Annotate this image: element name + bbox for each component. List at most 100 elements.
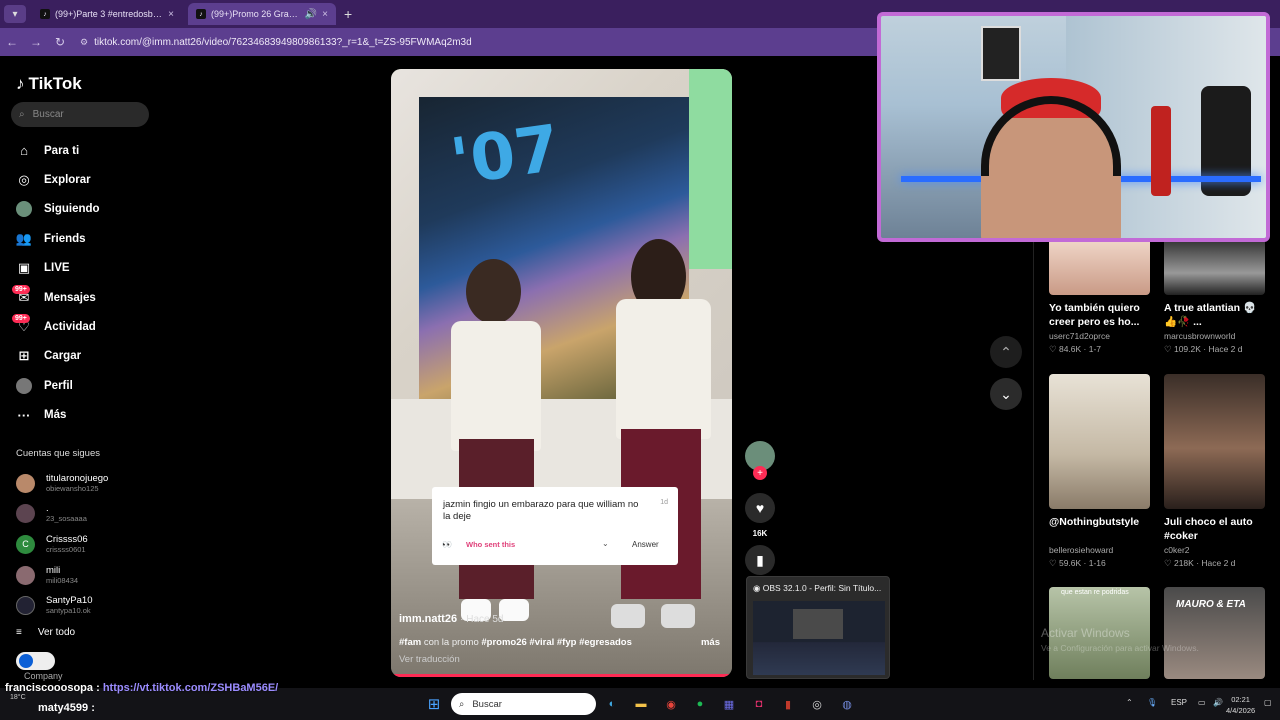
avatar (16, 504, 35, 524)
network-icon[interactable]: ▭ (1198, 698, 1206, 707)
video-progress-bar[interactable] (391, 674, 732, 677)
following-handle: 23_sosaaaa (46, 514, 87, 524)
close-tab-icon[interactable]: × (168, 9, 174, 20)
new-tab-button[interactable]: + (344, 6, 352, 22)
following-item[interactable]: mili mili08434 (16, 560, 166, 591)
clock-time: 02:21 (1231, 695, 1250, 704)
language-indicator[interactable]: ESP (1171, 698, 1187, 707)
more-button[interactable]: más (701, 637, 720, 648)
volume-icon[interactable]: 🔊 (1213, 698, 1223, 707)
more-icon: ··· (17, 407, 31, 423)
taskbar-clock[interactable]: 02:21 4/4/2026 (1226, 694, 1255, 716)
tab-list-dropdown-icon[interactable]: ▾ (4, 5, 26, 23)
weather-temp: 18°C (10, 694, 26, 701)
company-link[interactable]: Company (24, 671, 63, 681)
nav-friends[interactable]: 👥 Friends (16, 224, 166, 253)
close-tab-icon[interactable]: × (322, 9, 328, 20)
nav-label: Mensajes (44, 291, 96, 304)
instagram-icon[interactable]: ◘ (750, 695, 768, 713)
chat-username: maty4599 (38, 702, 89, 714)
weather-widget[interactable]: 18°C (10, 694, 26, 701)
nav-label: LIVE (44, 262, 70, 275)
chat-username: franciscooosopa (5, 682, 94, 694)
nav-perfil[interactable]: Perfil (16, 371, 166, 400)
like-heart-icon[interactable]: ♥ (745, 493, 775, 523)
follow-plus-icon[interactable]: + (753, 466, 767, 480)
following-name: SantyPa10 (46, 595, 93, 607)
browser-tab-2[interactable]: ♪ (99+)Promo 26 Graduation 🔊 × (188, 3, 336, 25)
nav-actividad[interactable]: ♡ 99+ Actividad (12, 312, 166, 341)
file-explorer-icon[interactable]: ▬ (632, 695, 650, 713)
taskbar-search[interactable]: ⌕ Buscar (451, 693, 596, 715)
url-field[interactable]: ⚙ tiktok.com/@imm.natt26/video/762346839… (80, 31, 940, 53)
obs-title: OBS 32.1.0 - Perfil: Sin Título... (762, 583, 882, 593)
nav-mas[interactable]: ··· Más (16, 401, 166, 430)
app-icon[interactable]: ▮ (779, 695, 797, 713)
teams-icon[interactable]: ▦ (720, 695, 738, 713)
site-info-icon[interactable]: ⚙ (80, 37, 88, 48)
video-title: A true atlantian 💀👍🥀 ... (1164, 302, 1257, 328)
following-name: Crissss06 (46, 533, 88, 545)
url-text: tiktok.com/@imm.natt26/video/76234683949… (94, 36, 472, 48)
spotify-icon[interactable]: ● (691, 695, 709, 713)
list-icon: ≡ (16, 627, 22, 639)
discord-icon[interactable]: ◍ (838, 695, 856, 713)
search-input[interactable]: ⌕ Buscar (11, 102, 149, 127)
live-icon: ▣ (17, 260, 31, 276)
search-icon: ⌕ (19, 109, 25, 120)
following-handle: crissss0601 (46, 544, 86, 554)
tiktok-logo[interactable]: ♪ TikTok (16, 74, 82, 94)
tiktok-sidebar: ♪ TikTok ⌕ Buscar ⌂ Para ti ◎ Explorar Sig… (0, 56, 175, 681)
microphone-icon[interactable]: 🎙 (1147, 698, 1157, 707)
following-item[interactable]: titularonojuego obiewansho125 (16, 468, 166, 499)
chrome-icon[interactable]: ◉ (662, 695, 680, 713)
video-player[interactable]: '07 jazmin fingio un embarazo para que w… (391, 69, 732, 677)
recommended-video-card[interactable]: Yo también quiero creer pero es ho... us… (1049, 240, 1150, 355)
windows-start-icon[interactable]: ⊞ (425, 695, 443, 713)
recommended-video-card[interactable]: MAURO & ETA (1164, 587, 1265, 679)
following-item[interactable]: . 23_sosaaaa (16, 499, 166, 530)
bookmark-icon[interactable]: ▮ (745, 545, 775, 575)
see-all-button[interactable]: ≡ Ver todo (16, 621, 166, 645)
following-section-title: Cuentas que sigues (16, 448, 100, 459)
avatar (16, 473, 35, 493)
hashtag-link[interactable]: #fam (399, 637, 421, 648)
video-scene-graffiti: '07 (446, 111, 565, 201)
nav-live[interactable]: ▣ LIVE (16, 254, 166, 283)
back-icon[interactable]: ← (0, 35, 24, 49)
translate-link[interactable]: Ver traducción (399, 654, 460, 665)
obs-icon: ◉ (753, 583, 763, 593)
forward-icon[interactable]: → (24, 35, 48, 49)
following-item[interactable]: SantyPa10 santypa10.ok (16, 590, 166, 621)
next-video-chevron-down-icon[interactable]: ⌄ (990, 378, 1022, 410)
recommended-video-card[interactable]: @Nothingbutstyle bellerosiehoward ♡ 59.6… (1049, 374, 1150, 569)
video-thumbnail (1164, 240, 1265, 295)
nav-para-ti[interactable]: ⌂ Para ti (16, 136, 166, 165)
app-toggle-switch[interactable] (16, 652, 55, 670)
recommended-video-card[interactable]: A true atlantian 💀👍🥀 ... marcusbrownworl… (1164, 240, 1265, 355)
recommended-video-card[interactable]: Juli choco el auto #coker c0ker2 ♡ 218K … (1164, 374, 1265, 569)
tray-chevron-up-icon[interactable]: ⌃ (1126, 698, 1133, 707)
video-username[interactable]: imm.natt26 (399, 613, 457, 625)
obs-icon[interactable]: ◎ (808, 695, 826, 713)
obs-taskbar-preview[interactable]: ◉ OBS 32.1.0 - Perfil: Sin Título... (746, 576, 890, 679)
hashtag-links[interactable]: #promo26 #viral #fyp #egresados (481, 637, 632, 648)
following-handle: santypa10.ok (46, 606, 91, 616)
nav-cargar[interactable]: ⊞ Cargar (16, 342, 166, 371)
reload-icon[interactable]: ↻ (48, 35, 72, 49)
notifications-icon[interactable]: ▢ (1264, 698, 1272, 707)
nav-siguiendo[interactable]: Siguiendo (16, 195, 166, 224)
speaker-icon[interactable]: 🔊 (305, 9, 317, 20)
nav-explorar[interactable]: ◎ Explorar (16, 165, 166, 194)
previous-video-chevron-up-icon[interactable]: ⌃ (990, 336, 1022, 368)
video-author[interactable]: imm.natt26 · Hace 5d (399, 613, 504, 625)
following-item[interactable]: C Crissss06 crissss0601 (16, 529, 166, 560)
notification-badge: 99+ (12, 314, 30, 324)
browser-tab-1[interactable]: ♪ (99+)Parte 3 #entredosbancos #... × (32, 3, 182, 25)
edge-icon[interactable]: ◐ (603, 695, 621, 713)
nav-mensajes[interactable]: ✉ 99+ Mensajes (12, 283, 166, 312)
chat-text: https://vt.tiktok.com/ZSHBaM56E/ (102, 682, 279, 694)
following-name: titularonojuego (46, 472, 109, 484)
video-description: #fam con la promo #promo26 #viral #fyp #… (399, 637, 632, 648)
tab-title: (99+)Promo 26 Graduation (211, 9, 300, 19)
